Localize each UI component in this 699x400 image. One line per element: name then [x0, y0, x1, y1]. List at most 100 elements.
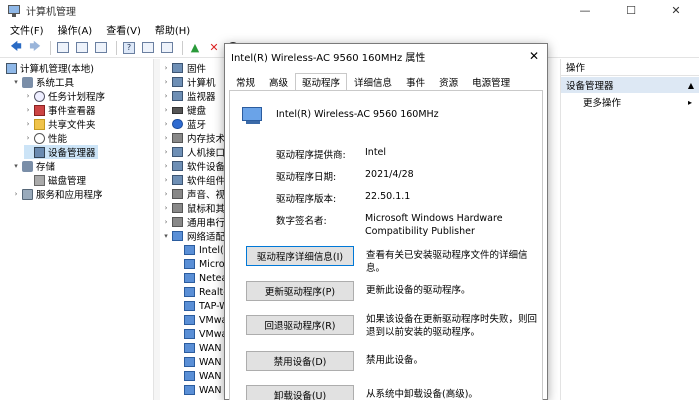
network-adapter-item[interactable]: WAN: [184, 383, 221, 397]
dialog-tabs: 常规 高级 驱动程序 详细信息 事件 资源 电源管理: [229, 73, 517, 91]
back-arrow-icon[interactable]: 🡄: [8, 40, 24, 56]
driver-details-button[interactable]: 驱动程序详细信息(I): [246, 246, 354, 266]
tree-item-disk-management[interactable]: 磁盘管理: [24, 173, 86, 187]
software-component-icon: [172, 175, 183, 185]
uninstall-icon[interactable]: ✕: [206, 40, 222, 56]
show-pane-icon[interactable]: [140, 40, 156, 56]
network-adapter-icon: [184, 301, 195, 311]
collapse-chevron-icon[interactable]: ▾: [12, 162, 20, 170]
expand-chevron-icon[interactable]: ›: [24, 120, 32, 128]
monitor-icon: [172, 91, 183, 101]
network-adapter-item[interactable]: WAN: [184, 355, 221, 369]
device-category-software-components[interactable]: › 软件组件: [160, 173, 225, 187]
actions-device-manager[interactable]: 设备管理器 ▲: [561, 77, 699, 93]
properties-dialog: Intel(R) Wireless-AC 9560 160MHz 属性 ✕ 常规…: [224, 43, 548, 400]
network-adapter-icon: [184, 385, 195, 395]
firmware-icon: [172, 63, 183, 73]
tab-general[interactable]: 常规: [229, 73, 262, 91]
tab-advanced[interactable]: 高级: [262, 73, 295, 91]
tree-item-storage[interactable]: ▾ 存储: [12, 159, 55, 173]
memory-icon: [172, 133, 183, 143]
menu-bar: 文件(F) 操作(A) 查看(V) 帮助(H): [0, 21, 699, 38]
network-adapter-item[interactable]: Netea: [184, 271, 227, 285]
computer-management-icon: [8, 4, 20, 17]
window-title: 计算机管理: [26, 7, 76, 18]
monitor-icon[interactable]: [159, 40, 175, 56]
uninstall-device-desc: 从系统中卸载设备(高级)。: [366, 389, 478, 400]
forward-arrow-icon[interactable]: 🡆: [27, 40, 43, 56]
collapse-arrow-icon[interactable]: ▲: [688, 81, 694, 90]
network-adapter-item[interactable]: Micro: [184, 257, 225, 271]
network-adapter-icon: [184, 315, 195, 325]
network-adapter-icon: [184, 371, 195, 381]
tree-item-event-viewer[interactable]: › 事件查看器: [24, 103, 96, 117]
network-adapter-icon: [184, 357, 195, 367]
device-category-software-devices[interactable]: › 软件设备: [160, 159, 225, 173]
driver-tab-panel: Intel(R) Wireless-AC 9560 160MHz 驱动程序提供商…: [229, 90, 543, 400]
network-adapter-item[interactable]: WAN: [184, 369, 221, 383]
hid-icon: [172, 147, 183, 157]
mouse-icon: [172, 203, 183, 213]
device-category-monitors[interactable]: › 监视器: [160, 89, 216, 103]
software-device-icon: [172, 161, 183, 171]
driver-details-desc: 查看有关已安装驱动程序文件的详细信息。: [366, 250, 528, 274]
tab-events[interactable]: 事件: [399, 73, 432, 91]
device-category-computer[interactable]: › 计算机: [160, 75, 216, 89]
tree-item-shared-folders[interactable]: › 共享文件夹: [24, 117, 96, 131]
console-tree-icon[interactable]: [55, 40, 71, 56]
disk-icon: [34, 174, 45, 186]
tab-details[interactable]: 详细信息: [347, 73, 399, 91]
tree-item-system-tools[interactable]: ▾ 系统工具: [12, 75, 74, 89]
driver-provider-value: Intel: [365, 147, 387, 158]
tab-driver[interactable]: 驱动程序: [295, 73, 348, 91]
roll-back-driver-button[interactable]: 回退驱动程序(R): [246, 315, 354, 335]
title-bar: 计算机管理 — ☐ ✕: [0, 0, 699, 21]
uninstall-device-button[interactable]: 卸载设备(U): [246, 385, 354, 400]
properties-icon[interactable]: [74, 40, 90, 56]
maximize-button[interactable]: ☐: [608, 0, 654, 21]
update-driver-icon[interactable]: ▲: [187, 40, 203, 56]
network-adapter-item[interactable]: Realte: [184, 285, 229, 299]
driver-version-label: 驱动程序版本:: [276, 194, 337, 205]
tree-item-computer-management[interactable]: 计算机管理(本地): [6, 61, 94, 75]
expand-chevron-icon[interactable]: ›: [24, 92, 32, 100]
help-icon[interactable]: ?: [121, 40, 137, 56]
tree-item-device-manager[interactable]: 设备管理器: [24, 145, 98, 159]
network-adapter-item[interactable]: TAP-W: [184, 299, 229, 313]
expand-chevron-icon[interactable]: ›: [24, 106, 32, 114]
menu-file[interactable]: 文件(F): [10, 22, 44, 37]
menu-help[interactable]: 帮助(H): [155, 22, 190, 37]
close-window-button[interactable]: ✕: [653, 0, 699, 21]
network-adapter-item[interactable]: VMwa: [184, 327, 227, 341]
device-category-keyboards[interactable]: › 键盘: [160, 103, 206, 117]
expand-chevron-icon[interactable]: ›: [24, 134, 32, 142]
tree-item-task-scheduler[interactable]: › 任务计划程序: [24, 89, 105, 103]
export-list-icon[interactable]: [93, 40, 109, 56]
driver-version-value: 22.50.1.1: [365, 191, 411, 202]
folder-icon: [34, 118, 45, 130]
tab-resources[interactable]: 资源: [432, 73, 465, 91]
tree-item-performance[interactable]: › 性能: [24, 131, 67, 145]
network-adapter-item[interactable]: VMwa: [184, 313, 227, 327]
expand-chevron-icon[interactable]: ›: [12, 190, 20, 198]
menu-action[interactable]: 操作(A): [58, 22, 93, 37]
update-driver-button[interactable]: 更新驱动程序(P): [246, 281, 354, 301]
digital-signer-value: Microsoft Windows Hardware Compatibility…: [365, 213, 503, 237]
dialog-close-icon[interactable]: ✕: [527, 49, 541, 63]
computer-icon: [172, 77, 183, 87]
disable-device-desc: 禁用此设备。: [366, 355, 424, 366]
network-adapter-icon: [184, 273, 195, 283]
tab-power-management[interactable]: 电源管理: [465, 73, 517, 91]
services-icon: [22, 188, 33, 200]
minimize-button[interactable]: —: [562, 0, 608, 21]
network-adapter-icon: [242, 105, 264, 125]
update-driver-desc: 更新此设备的驱动程序。: [366, 285, 471, 296]
tree-item-services-apps[interactable]: › 服务和应用程序: [12, 187, 103, 201]
more-actions-link[interactable]: 更多操作 ▸: [561, 94, 699, 110]
device-category-firmware[interactable]: › 固件: [160, 61, 206, 75]
menu-view[interactable]: 查看(V): [106, 22, 141, 37]
network-adapter-item[interactable]: WAN: [184, 341, 221, 355]
disable-device-button[interactable]: 禁用设备(D): [246, 351, 354, 371]
collapse-chevron-icon[interactable]: ▾: [12, 78, 20, 86]
device-category-bluetooth[interactable]: › 蓝牙: [160, 117, 206, 131]
